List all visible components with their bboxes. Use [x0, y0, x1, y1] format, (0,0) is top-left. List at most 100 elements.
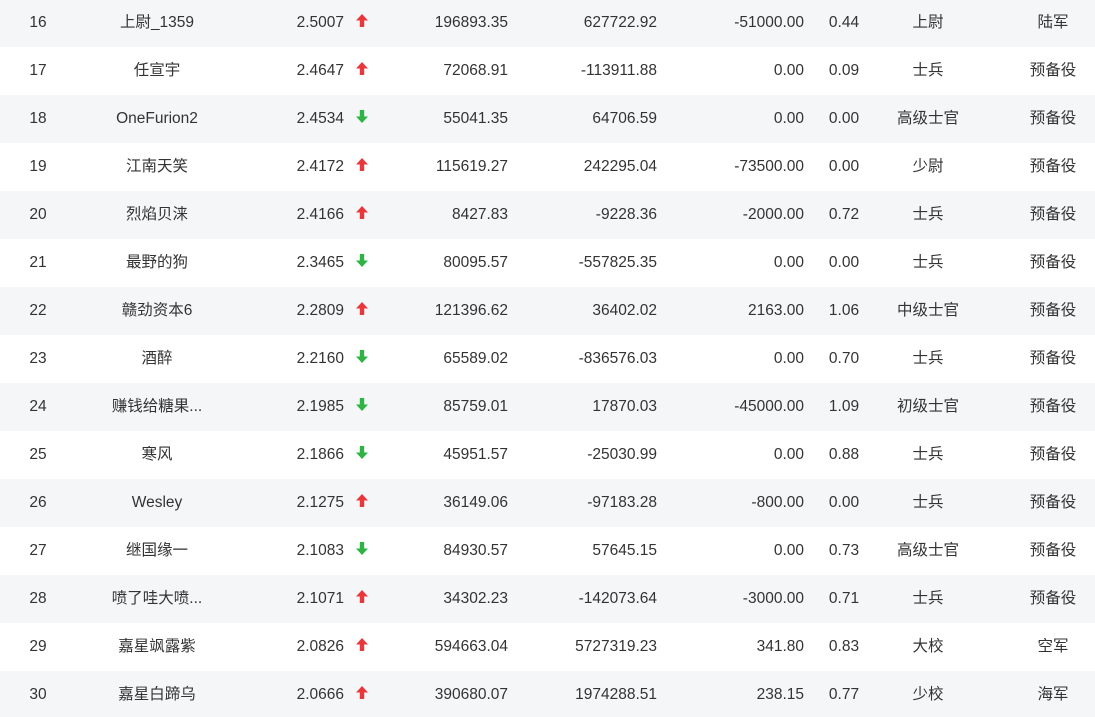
- user-name-cell: 上尉_1359: [119, 14, 195, 31]
- user-name-cell: 赚钱给糖果...: [111, 398, 203, 415]
- table-row[interactable]: 24 赚钱给糖果... 2.1985 85759.01 17870.03 -45000.0…: [0, 383, 1095, 431]
- rank-cell: 19: [29, 158, 47, 175]
- military-rank-cell: 士兵: [912, 494, 944, 511]
- table-row[interactable]: 19 江南天笑 2.4172 115619.27 242295.04 -73500.00 0…: [0, 143, 1095, 191]
- table-row[interactable]: 26 Wesley 2.1275 36149.06 -97183.28 -800.00 0.…: [0, 479, 1095, 527]
- value-3-cell: -800.00: [751, 494, 804, 511]
- rank-cell: 30: [29, 686, 47, 703]
- value-1-cell: 121396.62: [434, 302, 508, 319]
- table-row[interactable]: 28 喷了哇大喷... 2.1071 34302.23 -142073.64 -3000.…: [0, 575, 1095, 623]
- value-1-cell: 84930.57: [443, 542, 508, 559]
- value-4-cell: 0.09: [828, 62, 860, 79]
- value-1-cell: 80095.57: [443, 254, 508, 271]
- table-row[interactable]: 16 上尉_1359 2.5007 196893.35 627722.92 -51000.…: [0, 0, 1095, 47]
- value-2-cell: 5727319.23: [575, 638, 657, 655]
- user-name-cell: 嘉星白蹄乌: [118, 686, 196, 703]
- user-name-cell: OneFurion2: [116, 110, 198, 127]
- military-rank-cell: 少尉: [912, 158, 944, 175]
- value-3-cell: -45000.00: [734, 398, 804, 415]
- value-3-cell: 0.00: [773, 62, 804, 79]
- military-rank-cell: 上尉: [912, 14, 944, 31]
- branch-cell: 预备役: [1029, 542, 1077, 559]
- branch-cell: 预备役: [1029, 110, 1077, 127]
- military-rank-cell: 士兵: [912, 590, 944, 607]
- user-name-cell: 喷了哇大喷...: [111, 590, 203, 607]
- rank-cell: 18: [29, 110, 47, 127]
- value-1-cell: 34302.23: [443, 590, 508, 607]
- score-cell: 2.1866: [296, 446, 344, 463]
- value-3-cell: 0.00: [773, 446, 804, 463]
- value-4-cell: 1.06: [828, 302, 860, 319]
- value-1-cell: 85759.01: [443, 398, 508, 415]
- value-2-cell: 64706.59: [592, 110, 657, 127]
- value-4-cell: 1.09: [828, 398, 860, 415]
- arrow-up-icon: [352, 0, 372, 47]
- value-3-cell: 0.00: [773, 542, 804, 559]
- military-rank-cell: 士兵: [912, 446, 944, 463]
- value-4-cell: 0.88: [828, 446, 860, 463]
- arrow-down-icon: [352, 383, 372, 431]
- military-rank-cell: 士兵: [912, 350, 944, 367]
- score-cell: 2.1083: [296, 542, 344, 559]
- value-4-cell: 0.44: [828, 14, 860, 31]
- rank-cell: 16: [29, 14, 47, 31]
- value-2-cell: 1974288.51: [575, 686, 657, 703]
- military-rank-cell: 高级士官: [896, 542, 959, 559]
- arrow-up-icon: [352, 671, 372, 717]
- value-2-cell: -836576.03: [578, 350, 657, 367]
- value-4-cell: 0.73: [828, 542, 860, 559]
- table-row[interactable]: 20 烈焰贝涞 2.4166 8427.83 -9228.36 -2000.00 0.72 士…: [0, 191, 1095, 239]
- value-1-cell: 390680.07: [434, 686, 508, 703]
- rank-cell: 25: [29, 446, 47, 463]
- table-row[interactable]: 21 最野的狗 2.3465 80095.57 -557825.35 0.00 0.00 士兵…: [0, 239, 1095, 287]
- table-row[interactable]: 30 嘉星白蹄乌 2.0666 390680.07 1974288.51 238.15 0.…: [0, 671, 1095, 717]
- rank-cell: 26: [29, 494, 47, 511]
- value-1-cell: 115619.27: [435, 158, 508, 175]
- user-name-cell: 赣劲资本6: [121, 302, 193, 319]
- value-1-cell: 594663.04: [434, 638, 508, 655]
- table-row[interactable]: 22 赣劲资本6 2.2809 121396.62 36402.02 2163.00 1.0…: [0, 287, 1095, 335]
- table-row[interactable]: 29 嘉星飒露紫 2.0826 594663.04 5727319.23 341.80 0.…: [0, 623, 1095, 671]
- rank-cell: 29: [29, 638, 47, 655]
- value-3-cell: 0.00: [773, 254, 804, 271]
- value-2-cell: 242295.04: [583, 158, 657, 175]
- arrow-up-icon: [352, 623, 372, 671]
- arrow-down-icon: [352, 527, 372, 575]
- table-row[interactable]: 18 OneFurion2 2.4534 55041.35 64706.59 0.00 0.…: [0, 95, 1095, 143]
- score-cell: 2.4534: [296, 110, 344, 127]
- value-1-cell: 65589.02: [443, 350, 508, 367]
- value-2-cell: 57645.15: [592, 542, 657, 559]
- value-4-cell: 0.72: [828, 206, 860, 223]
- table-row[interactable]: 27 继国缘一 2.1083 84930.57 57645.15 0.00 0.73 高级士官…: [0, 527, 1095, 575]
- user-name-cell: 烈焰贝涞: [125, 206, 188, 223]
- branch-cell: 预备役: [1029, 254, 1077, 271]
- arrow-down-icon: [352, 95, 372, 143]
- value-3-cell: 238.15: [756, 686, 804, 703]
- value-2-cell: -9228.36: [595, 206, 657, 223]
- user-name-cell: 嘉星飒露紫: [118, 638, 196, 655]
- user-name-cell: 寒风: [141, 446, 173, 463]
- table-row[interactable]: 25 寒风 2.1866 45951.57 -25030.99 0.00 0.88 士兵 预备役: [0, 431, 1095, 479]
- arrow-down-icon: [352, 335, 372, 383]
- table-row[interactable]: 17 任宣宇 2.4647 72068.91 -113911.88 0.00 0.09 士兵 预…: [0, 47, 1095, 95]
- score-cell: 2.4166: [296, 206, 344, 223]
- value-3-cell: 0.00: [773, 110, 804, 127]
- value-1-cell: 36149.06: [443, 494, 508, 511]
- value-4-cell: 0.00: [828, 254, 860, 271]
- arrow-up-icon: [352, 575, 372, 623]
- leaderboard-table: 16 上尉_1359 2.5007 196893.35 627722.92 -51000.…: [0, 0, 1095, 717]
- score-cell: 2.5007: [296, 14, 344, 31]
- value-3-cell: -2000.00: [742, 206, 804, 223]
- value-2-cell: 627722.92: [583, 14, 657, 31]
- user-name-cell: Wesley: [131, 494, 183, 511]
- military-rank-cell: 中级士官: [896, 302, 959, 319]
- user-name-cell: 酒醉: [141, 350, 173, 367]
- score-cell: 2.1985: [296, 398, 344, 415]
- score-cell: 2.0826: [296, 638, 344, 655]
- user-name-cell: 继国缘一: [125, 542, 188, 559]
- table-row[interactable]: 23 酒醉 2.2160 65589.02 -836576.03 0.00 0.70 士兵 预备…: [0, 335, 1095, 383]
- branch-cell: 预备役: [1029, 302, 1077, 319]
- score-cell: 2.1275: [296, 494, 344, 511]
- arrow-up-icon: [352, 143, 372, 191]
- rank-cell: 23: [29, 350, 47, 367]
